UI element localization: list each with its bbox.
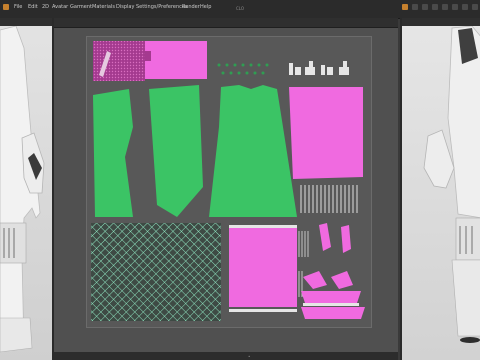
rib-pieces[interactable]	[300, 185, 358, 213]
status-bar	[54, 352, 398, 360]
menu-avatar[interactable]: Avatar	[52, 4, 68, 10]
app-logo-icon[interactable]	[3, 4, 9, 10]
avatar-garment-3d-right[interactable]	[402, 18, 480, 360]
pattern-piece-pink-top[interactable]	[145, 41, 207, 79]
pattern-piece-green-front[interactable]	[209, 85, 297, 217]
pattern-piece-pink-sleeve[interactable]	[289, 87, 363, 179]
viewport-toolbar	[402, 18, 480, 26]
toolbar-button[interactable]	[442, 4, 448, 10]
pattern-piece-green-back-left[interactable]	[93, 89, 133, 217]
menu-garment[interactable]: Garment	[70, 4, 92, 10]
trim-pieces[interactable]	[289, 61, 349, 75]
toolbar-button[interactable]	[422, 4, 428, 10]
3d-viewport-right[interactable]	[400, 18, 480, 360]
close-icon[interactable]	[472, 4, 478, 10]
2d-toolbar	[54, 18, 398, 28]
pattern-piece-pink-lower[interactable]	[229, 227, 297, 307]
toolbar-button[interactable]	[412, 4, 418, 10]
menu-materials[interactable]: Materials	[92, 4, 115, 10]
menu-file[interactable]: File	[14, 4, 22, 10]
pattern-piece-green-back-right[interactable]	[149, 85, 203, 217]
menu-bar: File Edit 2D Avatar Garment Materials Di…	[0, 0, 480, 19]
menu-display[interactable]: Display	[116, 4, 134, 10]
pattern-piece-pink-small[interactable]	[319, 223, 331, 251]
minimize-icon[interactable]	[452, 4, 458, 10]
menu-edit[interactable]: Edit	[28, 4, 38, 10]
avatar-garment-3d[interactable]	[0, 18, 52, 360]
status-indicator: •	[248, 354, 251, 359]
mode-button[interactable]	[402, 4, 408, 10]
viewport-toolbar	[0, 18, 52, 26]
window-title: CLO	[235, 6, 245, 11]
menu-render[interactable]: Render	[182, 4, 200, 10]
snap-buttons[interactable]	[217, 63, 269, 75]
menu-2d[interactable]: 2D	[42, 4, 49, 10]
uv-layout-board[interactable]	[86, 36, 372, 328]
3d-viewport-left[interactable]	[0, 18, 54, 360]
menu-settings[interactable]: Settings/Preferences	[136, 4, 188, 10]
cuff-pieces[interactable]	[298, 231, 309, 297]
toolbar-button[interactable]	[432, 4, 438, 10]
maximize-icon[interactable]	[462, 4, 468, 10]
